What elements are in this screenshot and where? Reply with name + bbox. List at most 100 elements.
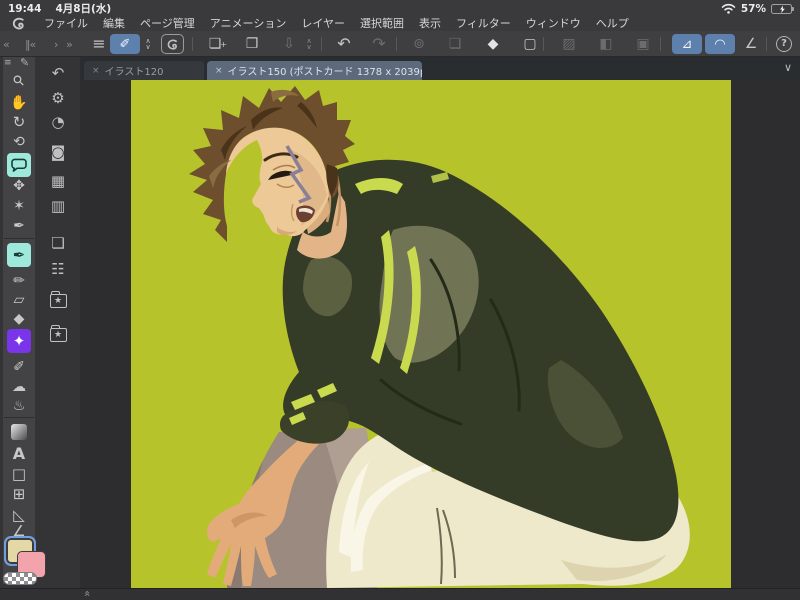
menu-window[interactable]: ウィンドウ: [526, 15, 581, 31]
tool-airbrush[interactable]: ☁: [6, 377, 32, 397]
toolbar-separator: [543, 37, 544, 51]
menu-page-manage[interactable]: ページ管理: [140, 15, 195, 31]
tool-figure[interactable]: □: [6, 464, 32, 484]
clip-studio-logo-icon: [12, 17, 24, 29]
transform-button[interactable]: ▢: [517, 36, 543, 52]
tab-label: イラスト150 (ポストカード 1378 x 2039px 350dpi 111…: [227, 67, 422, 78]
chevron-down-icon: ∨: [145, 43, 151, 51]
cmd-grid-panel[interactable]: ▦: [44, 171, 72, 191]
palette-divider: [4, 238, 34, 239]
cmd-auto-action[interactable]: ⚙: [44, 88, 72, 108]
clock: 19:44: [8, 2, 42, 15]
tool-decoration-selected[interactable]: ✦: [7, 329, 31, 353]
tool-frame-border[interactable]: ⊞: [6, 484, 32, 504]
bottom-bar: «: [0, 588, 800, 600]
cmd-layer-property[interactable]: ❏: [44, 233, 72, 253]
battery-icon: [771, 3, 794, 14]
tool-hand[interactable]: ✋: [6, 93, 32, 113]
cmd-undo-history[interactable]: ↶: [44, 63, 72, 83]
tool-gradient[interactable]: [6, 422, 32, 442]
pen-touch-toggle-button[interactable]: ✐: [110, 34, 140, 54]
snap-special-ruler-icon: ◠: [714, 36, 726, 52]
nav-first-icon[interactable]: «: [3, 38, 10, 51]
toolbar-separator: [192, 37, 193, 51]
tab-label: イラスト120: [104, 67, 164, 78]
open-file-button[interactable]: ❐: [239, 36, 265, 52]
save-icon: ⇩: [283, 36, 295, 52]
pen-icon: ✐: [119, 36, 131, 52]
tool-rotate-canvas[interactable]: ↻: [6, 112, 32, 132]
tool-pencil[interactable]: ✏: [6, 271, 32, 291]
nav-next-icon[interactable]: ›: [54, 38, 59, 51]
save-options-chevrons[interactable]: ∧ ∨: [303, 34, 315, 54]
cmd-material-folder[interactable]: ★: [44, 291, 72, 311]
snap-to-special-ruler-button[interactable]: ◠: [705, 34, 735, 54]
cmd-timelapse[interactable]: ◔: [44, 112, 72, 132]
menu-file[interactable]: ファイル: [44, 15, 88, 31]
tab-illust150-active[interactable]: × イラスト150 (ポストカード 1378 x 2039px 350dpi 1…: [207, 61, 422, 80]
tool-balloon-selected[interactable]: [7, 153, 31, 177]
nav-prev-icon[interactable]: ‖«: [25, 38, 36, 51]
tool-selection-lasso[interactable]: ⟲: [6, 132, 32, 152]
tool-move[interactable]: ✥: [6, 176, 32, 196]
tool-zoom[interactable]: ⚲: [6, 71, 32, 91]
transparent-color-swatch[interactable]: [3, 572, 37, 585]
status-bar: 19:44 4月8日(水) 57%: [0, 0, 800, 15]
cmd-display-mode[interactable]: ◙: [44, 142, 72, 162]
tab-illust120[interactable]: × イラスト120: [84, 61, 204, 80]
palette-divider: [4, 417, 34, 418]
menu-edit[interactable]: 編集: [103, 15, 125, 31]
cmd-material-folder-2[interactable]: ★: [44, 325, 72, 345]
folder-star-icon: ★: [49, 325, 67, 342]
clip-studio-button[interactable]: [161, 34, 184, 54]
toolbar-separator: [660, 37, 661, 51]
collapse-chevron-icon[interactable]: «: [81, 590, 94, 597]
command-toolbar: « ‖« › » ≡ ✐ ∧ ∨ ❏ + ❐ ⇩ ⇩ ∧ ∨ ↶ ↷ ⊚ ❏ ◆ …: [0, 31, 800, 57]
palette-menu-icon[interactable]: ≡: [4, 58, 12, 68]
deselect-button[interactable]: ▨: [556, 36, 582, 52]
main-menu-icon[interactable]: ≡: [86, 36, 112, 52]
new-canvas-button[interactable]: ❏ +: [202, 36, 228, 52]
invert-selection-button[interactable]: ◧: [593, 36, 619, 52]
select-layer-button[interactable]: ❏: [442, 36, 468, 52]
tool-eraser[interactable]: ▱: [6, 290, 32, 310]
toolbar-expand-chevrons[interactable]: ∧ ∨: [142, 34, 154, 54]
snap-ruler-icon: ⊿: [681, 36, 693, 52]
cmd-animation-panel[interactable]: ▥: [44, 196, 72, 216]
close-icon[interactable]: ×: [215, 66, 223, 76]
gradient-icon: [11, 424, 27, 440]
tab-overflow-chevron-icon[interactable]: ∨: [784, 61, 792, 74]
canvas-tab-bar: × イラスト120 × イラスト150 (ポストカード 1378 x 2039p…: [80, 57, 800, 80]
undo-button[interactable]: ↶: [331, 36, 357, 52]
tool-fill-bucket[interactable]: ◆: [6, 309, 32, 329]
toolbar-separator: [321, 37, 322, 51]
tool-eyedropper[interactable]: ✒: [6, 216, 32, 236]
snap-to-ruler-button[interactable]: ⊿: [672, 34, 702, 54]
redo-button[interactable]: ↷: [366, 36, 392, 52]
drawing-canvas[interactable]: [131, 80, 731, 588]
tool-blend[interactable]: ♨: [6, 396, 32, 416]
menu-layer[interactable]: レイヤー: [301, 15, 345, 31]
menu-selection[interactable]: 選択範囲: [360, 15, 404, 31]
tool-auto-select-wand[interactable]: ✶: [6, 196, 32, 216]
menu-animation[interactable]: アニメーション: [210, 15, 287, 31]
battery-percent: 57%: [740, 2, 766, 15]
plus-icon: +: [220, 40, 227, 49]
current-tool-pen-icon: ✎: [20, 56, 30, 69]
selection-border-button[interactable]: ▣: [630, 36, 656, 52]
tool-text[interactable]: A: [6, 443, 32, 463]
close-icon[interactable]: ×: [92, 66, 100, 76]
help-button[interactable]: ?: [776, 35, 792, 52]
canvas-artwork[interactable]: [131, 80, 731, 588]
snap-to-guide-button[interactable]: ∠: [738, 36, 764, 52]
cmd-layers-panel[interactable]: ☷: [44, 259, 72, 279]
menu-help[interactable]: ヘルプ: [596, 15, 629, 31]
tool-brush[interactable]: ✐: [6, 357, 32, 377]
menu-filter[interactable]: フィルター: [456, 15, 511, 31]
fill-button[interactable]: ◆: [480, 36, 506, 52]
menu-view[interactable]: 表示: [419, 15, 441, 31]
chevron-down-icon: ∨: [306, 43, 312, 51]
nav-last-icon[interactable]: »: [66, 38, 73, 51]
folder-star-icon: ★: [49, 291, 67, 308]
tool-pen-selected[interactable]: ✒: [7, 243, 31, 267]
